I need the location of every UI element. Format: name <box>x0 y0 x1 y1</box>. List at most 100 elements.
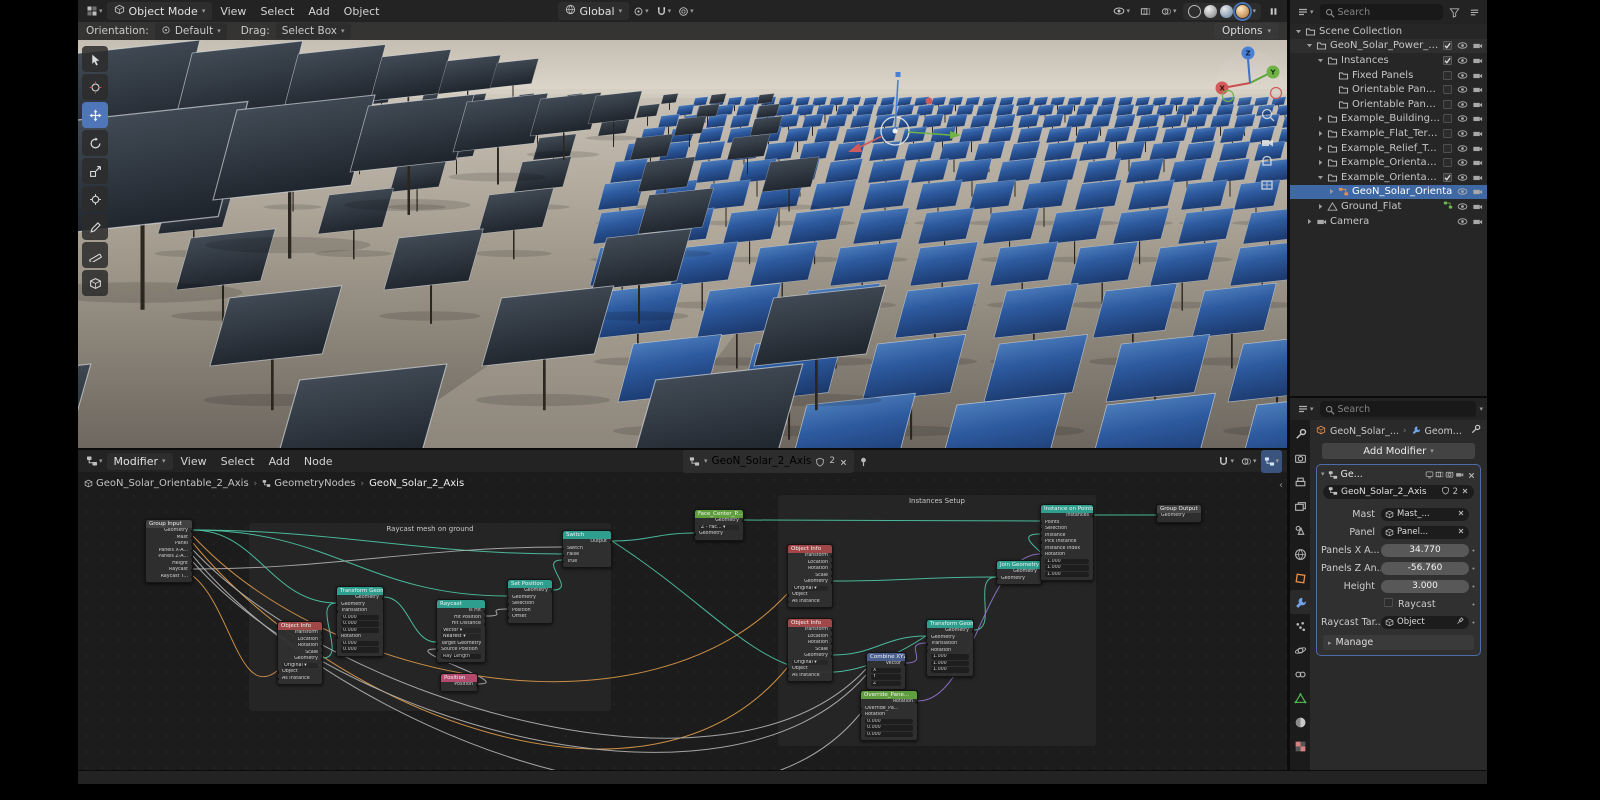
node-switch[interactable]: SwitchOutputSwitchFalseTrue <box>562 530 612 568</box>
node-objinfo_panel[interactable]: Object InfoTransformLocationRotationScal… <box>787 618 833 682</box>
annotate-tool[interactable] <box>82 214 108 240</box>
add-modifier-button[interactable]: Add Modifier▾ <box>1322 443 1475 459</box>
properties-tab-constraints[interactable] <box>1290 662 1310 686</box>
eye-icon[interactable] <box>1455 99 1469 110</box>
properties-tab-texture[interactable] <box>1290 734 1310 758</box>
chkOn-icon[interactable] <box>1440 55 1454 66</box>
eye-icon[interactable] <box>1455 201 1469 212</box>
chevron-right-icon[interactable] <box>1326 187 1337 196</box>
chkOff-icon[interactable] <box>1440 84 1454 95</box>
properties-tab-viewlayer[interactable] <box>1290 494 1310 518</box>
node-options-toggle[interactable]: ▾ <box>1261 450 1283 473</box>
region-toggle-arrow[interactable]: ‹ <box>1279 480 1283 491</box>
editor-type-button[interactable]: ▾ <box>83 0 106 23</box>
eye-icon[interactable] <box>1455 157 1469 168</box>
properties-tab-output[interactable] <box>1290 470 1310 494</box>
node-join_geometry[interactable]: Join GeometryGeometryGeometry <box>996 560 1042 585</box>
modifier-name[interactable]: Ge... <box>1341 469 1422 480</box>
node-set_position[interactable]: Set PositionGeometryGeometrySelectionPos… <box>507 579 553 624</box>
mode-dropdown[interactable]: Object Mode▾ <box>107 2 213 20</box>
properties-tab-scene[interactable] <box>1290 518 1310 542</box>
node-override_angle[interactable]: Override_Pane...RotationOverride_Pa...Ro… <box>860 690 918 741</box>
cam-icon[interactable] <box>1470 70 1484 81</box>
chevron-right-icon[interactable] <box>1315 144 1326 153</box>
properties-search[interactable] <box>1320 401 1477 417</box>
properties-editor[interactable]: ▾ ▾ GeoN_Solar_... › Geom... <box>1290 398 1487 770</box>
properties-tab-particles[interactable] <box>1290 614 1310 638</box>
transform-orientation-dropdown[interactable]: Global▾ <box>558 2 630 20</box>
overlays-dropdown[interactable]: ▾ <box>1158 0 1180 23</box>
breadcrumb-object[interactable]: GeoN_Solar_... <box>1330 426 1399 437</box>
menu-add[interactable]: Add <box>262 453 297 470</box>
breadcrumb-segment[interactable]: GeoN_Solar_Orientable_2_Axis <box>84 478 249 489</box>
chevron-right-icon[interactable] <box>1315 202 1326 211</box>
breadcrumb-modifier[interactable]: Geom... <box>1425 426 1462 437</box>
pivot-point-dropdown[interactable]: ▾ <box>630 0 652 23</box>
checkbox-field[interactable]: Raycast <box>1381 598 1469 611</box>
number-field[interactable]: -56.760 <box>1381 562 1469 575</box>
shading-solid[interactable] <box>1204 5 1217 18</box>
outliner-row-ground-flat[interactable]: Ground_Flat <box>1290 199 1487 214</box>
eye-icon[interactable] <box>1455 216 1469 227</box>
cam-icon[interactable] <box>1470 99 1484 110</box>
chkOff-icon[interactable] <box>1440 70 1454 81</box>
outliner-row-example-flat-terrain[interactable]: Example_Flat_Terrain <box>1290 126 1487 141</box>
cam-icon[interactable] <box>1470 55 1484 66</box>
modifier-panel-header[interactable]: ▾ Ge... <box>1317 465 1480 483</box>
shading-material[interactable] <box>1220 5 1233 18</box>
node-objinfo_mast[interactable]: Object InfoTransformLocationRotationScal… <box>787 544 833 608</box>
unlink-icon[interactable] <box>1461 487 1469 498</box>
chkOff-icon[interactable] <box>1440 113 1454 124</box>
chkOff-icon[interactable] <box>1440 99 1454 110</box>
node-canvas[interactable]: GeoN_Solar_Orientable_2_Axis›GeometryNod… <box>78 472 1287 770</box>
chevron-down-icon[interactable] <box>1304 41 1315 50</box>
rotate-tool[interactable] <box>82 130 108 156</box>
outliner[interactable]: ▾ Scene CollectionGeoN_Solar_Power_Stati… <box>1290 0 1487 396</box>
properties-tab-world[interactable] <box>1290 542 1310 566</box>
chevron-right-icon[interactable] <box>1315 129 1326 138</box>
properties-header-menu[interactable]: ▾ <box>1479 405 1483 413</box>
cam-icon[interactable] <box>1470 216 1484 227</box>
node-face_center[interactable]: Face_Center_P...GeometryZ - Fac... ▾Geom… <box>694 509 744 541</box>
orientation-select[interactable]: Default▾ <box>155 23 227 40</box>
node-instance_on_points[interactable]: Instance on PointsInstancesPointsSelecti… <box>1040 504 1094 581</box>
cam-icon[interactable] <box>1470 113 1484 124</box>
properties-tab-objecttab[interactable] <box>1290 566 1310 590</box>
properties-tab-render[interactable] <box>1290 446 1310 470</box>
breadcrumb-segment[interactable]: GeoN_Solar_2_Axis <box>369 478 464 489</box>
manage-subpanel[interactable]: ▸Manage <box>1323 635 1474 650</box>
cursor-tool[interactable] <box>82 74 108 100</box>
outliner-row-scene-collection[interactable]: Scene Collection <box>1290 24 1487 39</box>
viewport-3d[interactable]: X Y Z ▾ Object Mode▾ ViewSelectAddObject… <box>78 0 1287 448</box>
eye-icon[interactable] <box>1455 55 1469 66</box>
menu-select[interactable]: Select <box>253 3 301 20</box>
chevron-right-icon[interactable] <box>1315 158 1326 167</box>
outliner-row-geon-solar-orienta[interactable]: GeoN_Solar_Orienta <box>1290 185 1487 200</box>
chevron-right-icon[interactable] <box>1304 217 1315 226</box>
cam-icon[interactable] <box>1470 84 1484 95</box>
fake-user-icon[interactable] <box>815 452 825 471</box>
breadcrumb-segment[interactable]: GeometryNodes <box>262 478 355 489</box>
unlink-tree-icon[interactable] <box>839 452 848 471</box>
eye-icon[interactable] <box>1455 172 1469 183</box>
measure-tool[interactable] <box>82 242 108 268</box>
visibility-dropdown[interactable]: ▾ <box>1110 0 1133 23</box>
proportional-edit-dropdown[interactable]: ▾ <box>675 0 697 23</box>
eye-icon[interactable] <box>1455 143 1469 154</box>
pin-icon[interactable] <box>855 450 872 473</box>
outliner-row-orientable-panels-1[interactable]: Orientable Panels 1 <box>1290 82 1487 97</box>
pause-render-button[interactable] <box>1265 0 1282 23</box>
clear-icon[interactable] <box>1457 527 1465 538</box>
move-tool[interactable] <box>82 102 108 128</box>
chevron-down-icon[interactable] <box>1315 56 1326 65</box>
filter-icon[interactable] <box>1446 1 1463 24</box>
xray-toggle[interactable] <box>1137 0 1154 23</box>
remove-modifier-icon[interactable] <box>1467 465 1476 484</box>
properties-tab-material[interactable] <box>1290 710 1310 734</box>
cam-icon[interactable] <box>1470 186 1484 197</box>
eye-icon[interactable] <box>1455 128 1469 139</box>
node-position[interactable]: PositionPosition <box>440 673 478 692</box>
select-box-tool[interactable] <box>82 46 108 72</box>
outliner-row-example-orientable-2-[interactable]: Example_Orientable_2_... <box>1290 170 1487 185</box>
eye-icon[interactable] <box>1455 113 1469 124</box>
